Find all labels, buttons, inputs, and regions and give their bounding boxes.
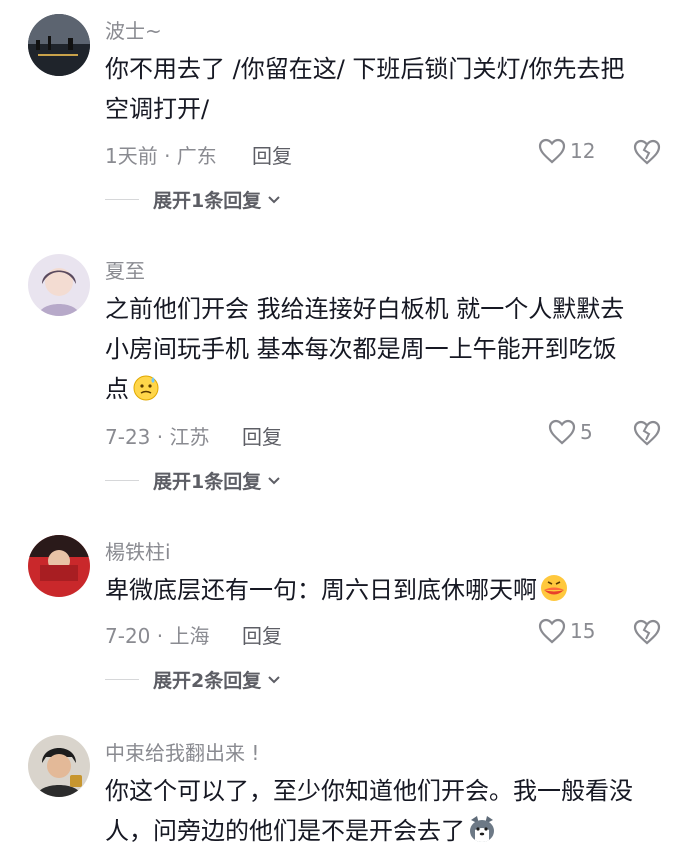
- comment-text: 之前他们开会 我给连接好白板机 就一个人默默去 小房间玩手机 基本每次都是周一上…: [105, 289, 665, 409]
- chevron-down-icon: [268, 675, 280, 683]
- avatar[interactable]: [28, 14, 90, 76]
- comment-text-line: 空调打开/: [105, 95, 210, 123]
- crying-lips-emoji: [541, 575, 567, 601]
- comment-time-location: 1天前 · 广东: [105, 144, 217, 168]
- comment-text-line: 小房间玩手机 基本每次都是周一上午能开到吃饭: [105, 335, 617, 363]
- username[interactable]: 夏至: [105, 255, 145, 284]
- reply-button[interactable]: 回复: [242, 421, 282, 450]
- divider: [105, 679, 139, 680]
- divider: [105, 199, 139, 200]
- expand-replies-label: 展开1条回复: [153, 471, 262, 493]
- comment-text-line: 你这个可以了，至少你知道他们开会。我一般看没: [105, 777, 633, 805]
- like-button[interactable]: 12: [538, 138, 595, 164]
- comment-text: 卑微底层还有一句：周六日到底休哪天啊: [105, 570, 665, 610]
- comment-text: 你这个可以了，至少你知道他们开会。我一般看没 人，问旁边的他们是不是开会去了: [105, 771, 665, 851]
- like-button[interactable]: 15: [538, 618, 595, 644]
- avatar[interactable]: [28, 254, 90, 316]
- comment-text-fragment: 人，问旁边的他们是不是开会去了: [105, 817, 465, 845]
- comment-text-line: 卑微底层还有一句：周六日到底休哪天啊: [105, 570, 665, 610]
- like-count: 5: [580, 420, 593, 444]
- expand-replies-button[interactable]: 展开1条回复: [105, 467, 281, 494]
- heart-icon: [538, 618, 566, 644]
- divider: [105, 480, 139, 481]
- broken-heart-icon[interactable]: [633, 618, 661, 646]
- expand-replies-label: 展开2条回复: [153, 670, 262, 692]
- comment-text-fragment: 点: [105, 375, 129, 403]
- chevron-down-icon: [268, 195, 280, 203]
- username[interactable]: 中束给我翻出来 !: [105, 737, 259, 766]
- expand-replies-label: 展开1条回复: [153, 190, 262, 212]
- comment-text-fragment: 卑微底层还有一句：周六日到底休哪天啊: [105, 576, 537, 604]
- husky-emoji: [470, 816, 494, 842]
- comment-time-location: 7-23 · 江苏: [105, 425, 210, 449]
- reply-button[interactable]: 回复: [242, 620, 282, 649]
- expand-replies-button[interactable]: 展开2条回复: [105, 666, 281, 693]
- username[interactable]: 楊铁柱i: [105, 536, 171, 565]
- comment-text-line: 之前他们开会 我给连接好白板机 就一个人默默去: [105, 295, 625, 323]
- heart-icon: [538, 138, 566, 164]
- avatar[interactable]: [28, 535, 90, 597]
- avatar[interactable]: [28, 735, 90, 797]
- like-count: 12: [570, 139, 596, 163]
- heart-icon: [548, 419, 576, 445]
- broken-heart-icon[interactable]: [633, 419, 661, 447]
- reply-button[interactable]: 回复: [252, 140, 292, 169]
- comment-text-line: 你不用去了 /你留在这/ 下班后锁门关灯/你先去把: [105, 55, 625, 83]
- broken-heart-icon[interactable]: [633, 138, 661, 166]
- like-button[interactable]: 5: [548, 419, 593, 445]
- comment-text-line: 人，问旁边的他们是不是开会去了: [105, 811, 665, 851]
- comment-text-line: 点: [105, 369, 665, 409]
- username[interactable]: 波士~: [105, 15, 162, 44]
- comment-text: 你不用去了 /你留在这/ 下班后锁门关灯/你先去把 空调打开/: [105, 49, 665, 129]
- like-count: 15: [570, 619, 596, 643]
- expand-replies-button[interactable]: 展开1条回复: [105, 186, 281, 213]
- sweat-face-emoji: [133, 375, 159, 401]
- comment-time-location: 7-20 · 上海: [105, 624, 210, 648]
- chevron-down-icon: [268, 476, 280, 484]
